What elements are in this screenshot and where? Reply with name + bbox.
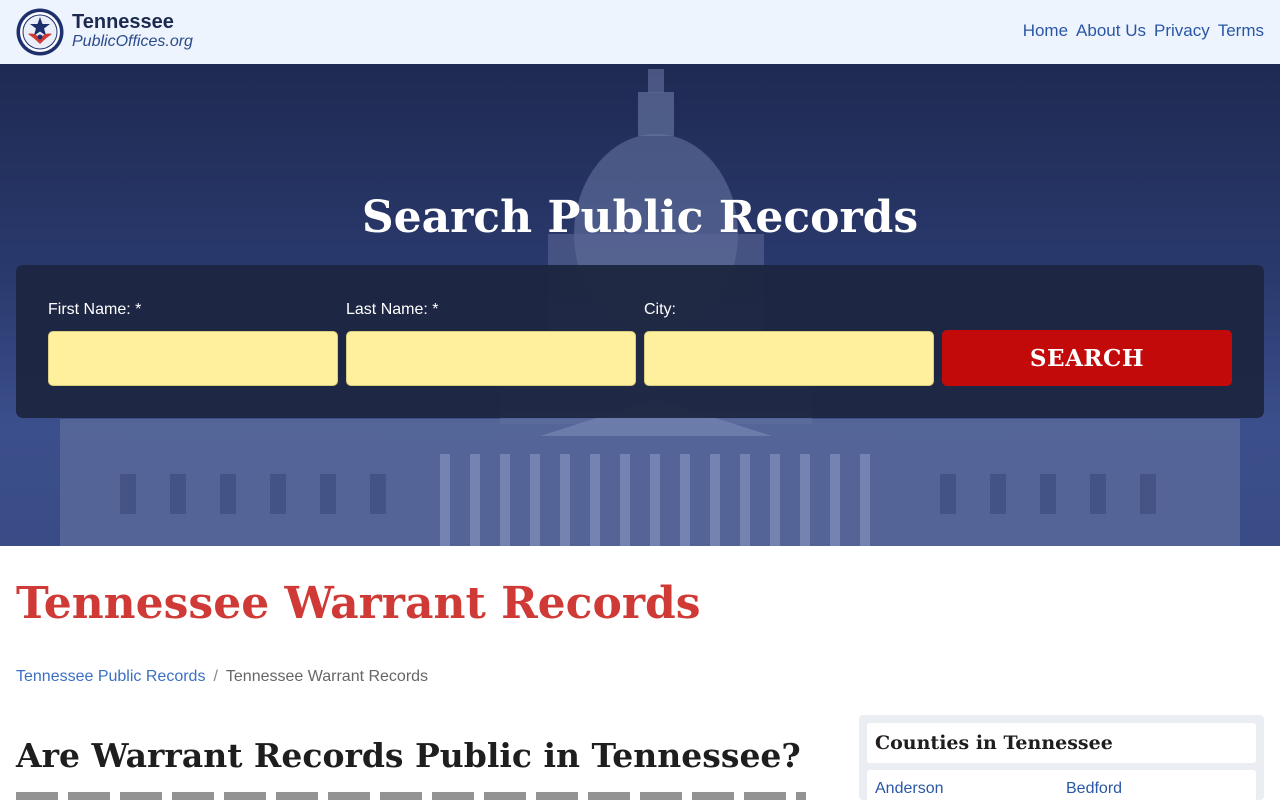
main-nav: Home About Us Privacy Terms [1023,21,1264,41]
search-form: First Name: * Last Name: * City: SEARCH [16,265,1264,418]
sidebar-title: Counties in Tennessee [875,732,1113,754]
brand-site[interactable]: PublicOffices.org [72,34,193,50]
last-name-label: Last Name: * [346,301,439,318]
breadcrumb: Tennessee Public Records / Tennessee War… [16,668,428,686]
breadcrumb-separator: / [213,668,218,685]
city-input[interactable] [644,331,934,386]
nav-terms[interactable]: Terms [1218,21,1264,41]
page-title: Tennessee Warrant Records [16,578,701,629]
sidebar-header: Counties in Tennessee [867,723,1256,763]
paragraph-cut-off [16,792,816,800]
county-link-anderson[interactable]: Anderson [875,780,944,798]
last-name-input[interactable] [346,331,636,386]
site-header: Tennessee PublicOffices.org Home About U… [0,0,1280,64]
counties-sidebar: Counties in Tennessee Anderson Bedford [859,715,1264,800]
brand-state[interactable]: Tennessee [72,12,193,32]
public-offices-seal-icon[interactable] [16,8,64,56]
city-label: City: [644,301,676,318]
county-link-bedford[interactable]: Bedford [1066,780,1122,798]
breadcrumb-current: Tennessee Warrant Records [225,668,429,685]
nav-home[interactable]: Home [1023,21,1068,41]
hero-title: Search Public Records [361,192,919,243]
hero-section: Search Public Records First Name: * Last… [0,64,1280,546]
nav-privacy[interactable]: Privacy [1154,21,1210,41]
first-name-input[interactable] [48,331,338,386]
brand[interactable]: Tennessee PublicOffices.org [72,12,193,50]
breadcrumb-link-public-records[interactable]: Tennessee Public Records [16,668,205,686]
first-name-label: First Name: * [48,301,142,318]
section-title: Are Warrant Records Public in Tennessee? [16,736,801,775]
search-button[interactable]: SEARCH [942,330,1232,386]
nav-about-us[interactable]: About Us [1076,21,1146,41]
county-list: Anderson Bedford [867,770,1256,800]
